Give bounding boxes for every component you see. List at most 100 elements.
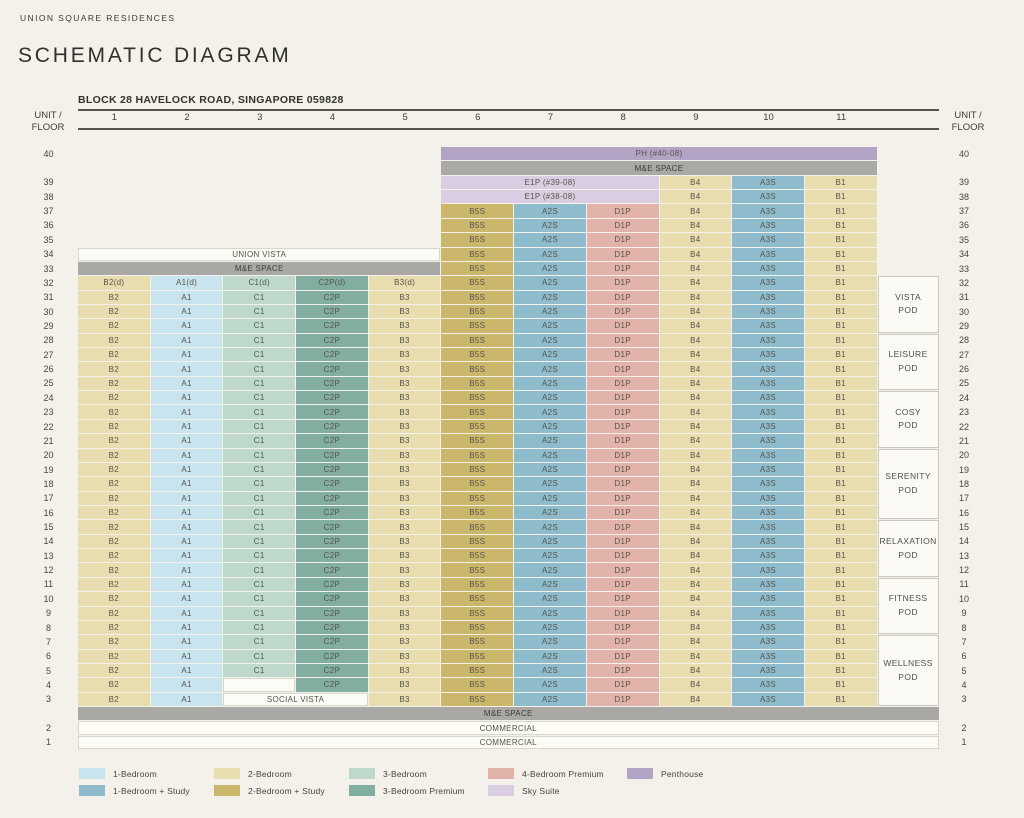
unit-cell: B5S [441, 219, 513, 232]
unit-cell: B3 [369, 664, 441, 677]
unit-cell: D1P [587, 678, 659, 691]
unit-cell: B2 [78, 650, 150, 663]
floor-number-left: 20 [20, 449, 77, 462]
unit-cell: A1 [151, 520, 223, 533]
legend-label: 3-Bedroom Premium [383, 786, 465, 796]
unit-cell: A2S [514, 305, 586, 318]
unit-cell: C1 [223, 607, 295, 620]
unit-cell: B4 [660, 549, 732, 562]
unit-cell: B3 [369, 463, 441, 476]
unit-cell: A2S [514, 348, 586, 361]
unit-cell: A3S [732, 305, 804, 318]
unit-cell: A3S [732, 463, 804, 476]
unit-cell: B3 [369, 434, 441, 447]
unit-cell: C1 [223, 492, 295, 505]
unit-cell: B2 [78, 492, 150, 505]
floor-number-right: 11 [940, 578, 989, 591]
unit-cell: C1 [223, 520, 295, 533]
legend-item: 2-Bedroom [214, 768, 349, 779]
unit-cell: SOCIAL VISTA [223, 693, 367, 706]
unit-cell: B3 [369, 449, 441, 462]
unit-cell: B1 [805, 420, 877, 433]
pod-label-line: SERENITY [885, 470, 931, 484]
unit-cell: A3S [732, 477, 804, 490]
unit-cell: B4 [660, 334, 732, 347]
floor-number-right: 33 [940, 262, 989, 275]
unit-cell: B1 [805, 405, 877, 418]
floor-number-left: 30 [20, 305, 77, 318]
unit-cell: B4 [660, 233, 732, 246]
unit-cell: D1P [587, 477, 659, 490]
unit-cell: B1 [805, 592, 877, 605]
unit-cell: A3S [732, 449, 804, 462]
unit-cell: D1P [587, 506, 659, 519]
unit-cell: B4 [660, 348, 732, 361]
unit-cell: B2 [78, 291, 150, 304]
unit-cell: C2P [296, 348, 368, 361]
floor-number-right: 28 [940, 334, 989, 347]
unit-cell: B4 [660, 664, 732, 677]
unit-cell: B3 [369, 506, 441, 519]
floor-number-left: 12 [20, 563, 77, 576]
unit-cell: C1 [223, 362, 295, 375]
legend-swatch [627, 768, 653, 779]
legend-swatch [488, 785, 514, 796]
unit-cell: B3 [369, 621, 441, 634]
pod-label: SERENITYPOD [878, 449, 939, 520]
unit-cell: B3 [369, 607, 441, 620]
legend-label: 2-Bedroom + Study [248, 786, 325, 796]
floor-number-left: 32 [20, 276, 77, 289]
legend-item: 1-Bedroom + Study [79, 785, 214, 796]
unit-cell: B1 [805, 434, 877, 447]
unit-cell: A1 [151, 578, 223, 591]
unit-cell: B5S [441, 477, 513, 490]
unit-cell: B2 [78, 693, 150, 706]
unit-cell: C1 [223, 592, 295, 605]
floor-number-left: 21 [20, 434, 77, 447]
unit-cell: A3S [732, 592, 804, 605]
unit-cell: D1P [587, 621, 659, 634]
unit-cell: B1 [805, 607, 877, 620]
unit-cell: C1 [223, 621, 295, 634]
unit-cell: D1P [587, 549, 659, 562]
unit-cell: C1 [223, 420, 295, 433]
unit-cell: B5S [441, 319, 513, 332]
unit-cell: B4 [660, 621, 732, 634]
unit-cell: B5S [441, 578, 513, 591]
unit-cell: A1 [151, 678, 223, 691]
unit-cell: B2 [78, 678, 150, 691]
unit-cell: A2S [514, 506, 586, 519]
unit-cell: B5S [441, 621, 513, 634]
unit-cell: A3S [732, 319, 804, 332]
unit-cell: B3 [369, 420, 441, 433]
unit-cell: B5S [441, 563, 513, 576]
floor-number-right: 20 [940, 449, 989, 462]
unit-cell: B5S [441, 291, 513, 304]
axis-label-unit: UNIT / [24, 110, 72, 122]
unit-cell: A1 [151, 291, 223, 304]
unit-cell: M&E SPACE [78, 262, 440, 275]
legend-label: 3-Bedroom [383, 769, 427, 779]
floor-number-left: 6 [20, 650, 77, 663]
axis-label-unit: UNIT / [944, 110, 992, 122]
floor-number-left: 31 [20, 291, 77, 304]
unit-cell: B4 [660, 578, 732, 591]
unit-cell: C2P [296, 377, 368, 390]
unit-cell: B1 [805, 204, 877, 217]
legend-item: 3-Bedroom [349, 768, 488, 779]
unit-cell: A1 [151, 305, 223, 318]
unit-cell: B4 [660, 449, 732, 462]
unit-cell: D1P [587, 348, 659, 361]
unit-cell: B4 [660, 291, 732, 304]
unit-cell: A2S [514, 520, 586, 533]
floor-number-right: 10 [940, 592, 989, 605]
unit-cell: B4 [660, 305, 732, 318]
unit-cell: A1(d) [151, 276, 223, 289]
unit-cell: B4 [660, 678, 732, 691]
unit-cell: B5S [441, 434, 513, 447]
unit-cell: B4 [660, 563, 732, 576]
unit-cell: A1 [151, 334, 223, 347]
unit-column-number: 2 [151, 112, 224, 123]
unit-cell: D1P [587, 276, 659, 289]
unit-cell: A3S [732, 678, 804, 691]
